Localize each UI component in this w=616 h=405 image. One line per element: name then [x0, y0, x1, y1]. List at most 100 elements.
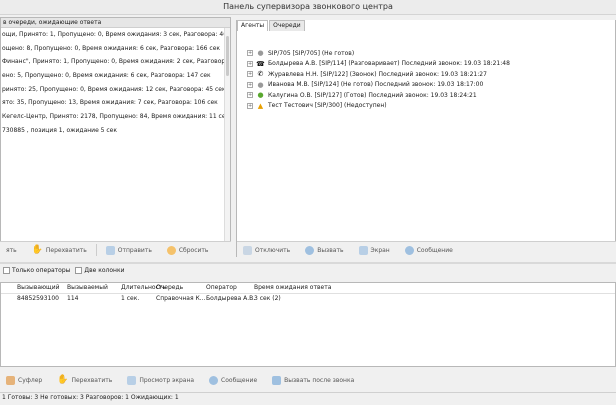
filter-row: Только операторы Две колонки: [0, 266, 124, 275]
reset-icon: [166, 245, 176, 255]
intercept-call-label: Перехватить: [71, 376, 113, 384]
column-header[interactable]: Длительность: [121, 283, 166, 293]
prompter-label: Суфлер: [18, 376, 43, 384]
person-green-icon: ●: [257, 91, 264, 100]
disconnect-button[interactable]: Отключить: [237, 243, 296, 257]
call-after-label: Вызвать после звонка: [284, 376, 355, 384]
agent-name: Журавлева Н.Н. [SIP/122] (Звонок) Послед…: [268, 70, 487, 78]
warning-icon: ▲: [257, 101, 264, 110]
bottom-message-label: Сообщение: [221, 376, 258, 384]
table-row[interactable]: 84852593100 114 1 сек. Справочная К... Б…: [1, 294, 615, 304]
column-header[interactable]: Оператор: [206, 283, 254, 293]
queue-item[interactable]: ято: 35, Пропущено: 13, Время ожидания: …: [1, 96, 227, 110]
call-icon: [305, 245, 315, 255]
reset-button[interactable]: Сбросить: [161, 243, 215, 257]
splitter[interactable]: [0, 262, 616, 264]
answer-button[interactable]: ять: [0, 243, 23, 257]
expand-icon[interactable]: +: [247, 102, 253, 109]
call-after-icon: [272, 375, 282, 385]
two-columns-checkbox[interactable]: [75, 267, 83, 274]
status-bar: 1 Готовы: 3 Не готовых: 3 Разговоров: 1 …: [0, 392, 616, 403]
message-icon: [404, 245, 414, 255]
call-label: Вызвать: [317, 246, 344, 254]
agent-name: Тест Тестович [SIP/300] (Недоступен): [268, 102, 387, 110]
send-icon: [105, 245, 115, 255]
agent-row[interactable]: + ✆ Журавлева Н.Н. [SIP/122] (Звонок) По…: [247, 69, 510, 80]
agent-row[interactable]: + ● Иванова М.В. [SIP/124] (Не готов) По…: [247, 80, 510, 91]
expand-icon[interactable]: +: [247, 50, 253, 57]
prompter-icon: [6, 375, 15, 385]
view-screen-button[interactable]: Просмотр экрана: [121, 373, 200, 387]
callee-cell: 114: [67, 295, 79, 302]
queues-panel: в очереди, ожидающие ответа ощи, Принято…: [0, 17, 231, 257]
scroll-thumb[interactable]: [226, 36, 229, 76]
queue-item[interactable]: Кегелс-Центр, Принято: 2178, Пропущено: …: [1, 110, 227, 124]
prompter-button[interactable]: Суфлер: [0, 373, 48, 387]
answer-label: ять: [6, 246, 17, 254]
disconnect-label: Отключить: [255, 246, 291, 254]
agent-name: Калугина О.В. [SIP/127] (Готов) Последни…: [268, 91, 477, 99]
bottom-toolbar: Суфлер ✋ Перехватить Просмотр экрана Соо…: [0, 372, 616, 388]
tab-queues[interactable]: Очереди: [269, 20, 305, 31]
operator-cell: Болдырева А.В.: [206, 295, 256, 302]
message-label: Сообщение: [416, 246, 453, 254]
toolbar-divider: [95, 244, 97, 256]
caller-cell: 84852593100: [17, 295, 59, 302]
duration-cell: 1 сек.: [121, 295, 140, 302]
agents-panel: Агенты Очереди + ● SIP/705 [SIP/705] (Не…: [236, 20, 616, 257]
agent-row[interactable]: + ☎ Болдырева А.В. [SIP/114] (Разговарив…: [247, 59, 510, 70]
intercept-button[interactable]: ✋ Перехватить: [26, 243, 93, 257]
disconnect-icon: [243, 245, 252, 255]
agent-name: Иванова М.В. [SIP/124] (Не готов) Послед…: [268, 81, 484, 89]
queue-item[interactable]: ено: 5, Пропущено: 0, Время ожидания: 6 …: [1, 69, 227, 83]
screen-icon: [127, 375, 137, 385]
column-header[interactable]: Очередь: [156, 283, 206, 293]
person-gray-icon: ●: [257, 49, 264, 58]
window-title: Панель супервизора звонкового центра: [0, 0, 616, 15]
operators-only-checkbox[interactable]: [3, 267, 10, 274]
table-header: Вызывающий Вызываемый Длительность Очере…: [1, 283, 615, 294]
two-columns-label: Две колонки: [84, 267, 125, 274]
expand-icon[interactable]: +: [247, 60, 253, 67]
phone-ringing-icon: ✆: [257, 70, 264, 79]
queue-item[interactable]: ринято: 25, Пропущено: 0, Время ожидания…: [1, 83, 227, 97]
message-icon: [209, 375, 219, 385]
message-button[interactable]: Сообщение: [399, 243, 459, 257]
queue-item[interactable]: Финанс", Принято: 1, Пропущено: 0, Время…: [1, 55, 227, 69]
send-button[interactable]: Отправить: [100, 243, 158, 257]
person-gray-icon: ●: [257, 80, 264, 89]
screen-icon: [358, 245, 368, 255]
call-after-button[interactable]: Вызвать после звонка: [266, 373, 360, 387]
hand-icon: ✋: [31, 245, 43, 255]
column-header[interactable]: Вызываемый: [67, 283, 121, 293]
wait-time-cell: 3 сек (2): [254, 295, 281, 302]
bottom-message-button[interactable]: Сообщение: [203, 373, 263, 387]
agent-row[interactable]: + ● SIP/705 [SIP/705] (Не готов): [247, 48, 510, 59]
calls-table: Вызывающий Вызываемый Длительность Очере…: [0, 282, 616, 367]
queue-cell: Справочная К...: [156, 295, 206, 302]
expand-icon[interactable]: +: [247, 71, 253, 78]
agent-name: Болдырева А.В. [SIP/114] (Разговаривает)…: [268, 60, 510, 68]
queues-header: в очереди, ожидающие ответа: [1, 18, 230, 28]
queue-item[interactable]: ощено: 8, Пропущено: 0, Время ожидания: …: [1, 42, 227, 56]
expand-icon[interactable]: +: [247, 81, 253, 88]
agent-tabs: Агенты Очереди: [237, 20, 306, 31]
agent-row[interactable]: + ▲ Тест Тестович [SIP/300] (Недоступен): [247, 101, 510, 112]
intercept-call-button[interactable]: ✋ Перехватить: [51, 373, 118, 387]
screen-button[interactable]: Экран: [353, 243, 396, 257]
queue-item[interactable]: 730885 , позиция 1, ожидание 5 сек: [1, 124, 227, 138]
expand-icon[interactable]: +: [247, 92, 253, 99]
column-header[interactable]: Время ожидания ответа: [254, 283, 434, 293]
agent-row[interactable]: + ● Калугина О.В. [SIP/127] (Готов) Посл…: [247, 90, 510, 101]
queue-item[interactable]: ощи, Принято: 1, Пропущено: 0, Время ожи…: [1, 28, 227, 42]
call-button[interactable]: Вызвать: [299, 243, 349, 257]
operators-only-label: Только операторы: [12, 267, 71, 274]
agent-name: SIP/705 [SIP/705] (Не готов): [268, 49, 355, 57]
send-label: Отправить: [117, 246, 152, 254]
queue-toolbar: ять ✋ Перехватить Отправить Сбросить: [0, 241, 231, 258]
tab-agents[interactable]: Агенты: [237, 20, 269, 31]
queue-vertical-scrollbar[interactable]: [224, 28, 230, 249]
view-screen-label: Просмотр экрана: [139, 376, 195, 384]
hand-icon: ✋: [57, 375, 69, 385]
column-header[interactable]: Вызывающий: [17, 283, 67, 293]
